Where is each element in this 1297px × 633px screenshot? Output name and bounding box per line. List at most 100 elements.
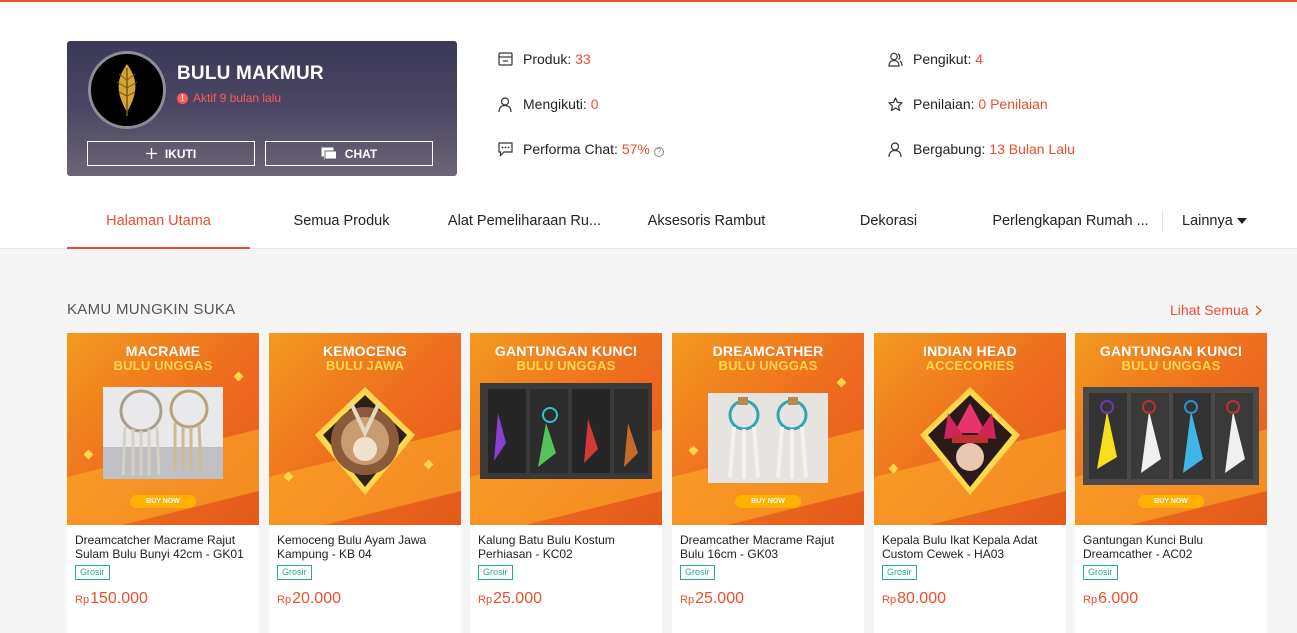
stat-followers: Pengikut: 4: [887, 51, 983, 67]
banner-title: MACRAME: [125, 343, 201, 359]
banner-subtitle: BULU UNGGAS: [718, 358, 818, 373]
currency: Rp: [680, 594, 695, 606]
chat-button[interactable]: CHAT: [265, 141, 433, 166]
section-title: KAMU MUNGKIN SUKA: [67, 301, 236, 318]
banner-subtitle: BULU UNGGAS: [1121, 358, 1221, 373]
product-price: Rp 150.000: [75, 590, 148, 608]
tab-alat-pemeliharaan[interactable]: Alat Pemeliharaan Ru...: [433, 198, 616, 249]
tab-semua-produk[interactable]: Semua Produk: [250, 198, 433, 249]
caret-down-icon: [1236, 218, 1247, 224]
store-icon: [497, 51, 513, 67]
product-card[interactable]: KEMOCENG BULU JAWA Kemoceng Bulu Ayam Ja…: [269, 333, 461, 633]
currency: Rp: [1083, 594, 1098, 606]
product-name: Dreamcather Macrame Rajut Bulu 16cm - GK…: [680, 533, 835, 561]
feather-logo-icon: [116, 64, 138, 116]
currency: Rp: [75, 594, 90, 606]
shop-card: BULU MAKMUR ! Aktif 9 bulan lalu IKUTI C…: [67, 41, 457, 176]
product-image[interactable]: GANTUNGAN KUNCI BULU UNGGAS: [470, 333, 662, 525]
currency: Rp: [478, 594, 493, 606]
stat-chat-label: Performa Chat:: [523, 141, 618, 157]
product-card[interactable]: GANTUNGAN KUNCI BULU UNGGAS BUY NOW Gant…: [1075, 333, 1267, 633]
chat-icon: [321, 147, 337, 160]
wholesale-badge: Grosir: [75, 565, 110, 580]
shop-status-text: Aktif 9 bulan lalu: [193, 91, 282, 105]
wholesale-badge: Grosir: [1083, 565, 1118, 580]
plus-icon: [145, 148, 157, 159]
banner-title: GANTUNGAN KUNCI: [494, 343, 638, 359]
price-value: 25.000: [695, 590, 744, 607]
dreamcatcher-photo-icon: [708, 393, 828, 483]
tab-dekorasi[interactable]: Dekorasi: [797, 198, 980, 249]
see-all-link[interactable]: Lihat Semua: [1170, 302, 1262, 318]
product-image[interactable]: KEMOCENG BULU JAWA: [269, 333, 461, 525]
follow-button-label: IKUTI: [164, 146, 197, 161]
price-value: 6.000: [1098, 590, 1139, 607]
product-card[interactable]: MACRAME BULU UNGGAS BUY NOW Dreamcatcher…: [67, 333, 259, 633]
product-card[interactable]: DREAMCATHER BULU UNGGAS BUY NOW Dreamcat…: [672, 333, 864, 633]
chevron-right-icon: [1255, 304, 1262, 316]
feather-duster-photo-icon: [315, 387, 415, 495]
banner-title: GANTUNGAN KUNCI: [1099, 343, 1243, 359]
wholesale-badge: Grosir: [478, 565, 513, 580]
stat-following: Mengikuti: 0: [497, 96, 599, 112]
currency: Rp: [882, 594, 897, 606]
wholesale-badge: Grosir: [882, 565, 917, 580]
buy-now-badge: BUY NOW: [1138, 495, 1204, 508]
help-icon[interactable]: ?: [653, 147, 664, 157]
banner-subtitle: BULU UNGGAS: [516, 358, 616, 373]
product-card[interactable]: INDIAN HEAD ACCECORIES Kepala Bulu Ikat …: [874, 333, 1066, 633]
tab-more-label: Lainnya: [1182, 213, 1233, 229]
stat-joined: Bergabung: 13 Bulan Lalu: [887, 141, 1075, 157]
product-image[interactable]: GANTUNGAN KUNCI BULU UNGGAS BUY NOW: [1075, 333, 1267, 525]
banner-subtitle: BULU JAWA: [325, 358, 405, 373]
stat-rating-label: Penilaian:: [913, 96, 975, 112]
stat-following-label: Mengikuti:: [523, 96, 587, 112]
product-price: Rp 25.000: [680, 590, 744, 608]
product-name: Kalung Batu Bulu Kostum Perhiasan - KC02: [478, 533, 615, 561]
headdress-photo-icon: [920, 387, 1020, 495]
tab-aksesoris-rambut[interactable]: Aksesoris Rambut: [615, 198, 798, 249]
product-image[interactable]: INDIAN HEAD ACCECORIES: [874, 333, 1066, 525]
stat-products-label: Produk:: [523, 51, 572, 67]
banner-title: KEMOCENG: [322, 343, 408, 359]
product-name: Kemoceng Bulu Ayam Jawa Kampung - KB 04: [277, 533, 427, 561]
product-name: Kepala Bulu Ikat Kepala Adat Custom Cewe…: [882, 533, 1038, 561]
tab-halaman-utama[interactable]: Halaman Utama: [67, 198, 250, 249]
follow-button[interactable]: IKUTI: [87, 141, 255, 166]
stat-joined-value: 13 Bulan Lalu: [989, 141, 1075, 157]
keychain-photo-icon: [480, 383, 652, 479]
see-all-label: Lihat Semua: [1170, 302, 1249, 318]
price-value: 150.000: [90, 590, 148, 607]
price-value: 80.000: [897, 590, 946, 607]
stat-joined-label: Bergabung:: [913, 141, 986, 157]
dreamcatcher-photo-icon: [103, 387, 223, 479]
stat-rating-value: 0 Penilaian: [978, 96, 1048, 112]
product-price: Rp 25.000: [478, 590, 542, 608]
joined-user-icon: [887, 141, 903, 157]
shop-avatar[interactable]: [88, 51, 166, 129]
keychain-photo-icon: [1083, 387, 1259, 485]
stat-chat-performance: Performa Chat: 57%?: [497, 141, 664, 157]
stat-followers-label: Pengikut:: [913, 51, 972, 67]
tab-more[interactable]: Lainnya: [1182, 198, 1247, 244]
product-image[interactable]: MACRAME BULU UNGGAS BUY NOW: [67, 333, 259, 525]
banner-subtitle: ACCECORIES: [925, 358, 1015, 373]
followers-icon: [887, 51, 903, 67]
shop-header: BULU MAKMUR ! Aktif 9 bulan lalu IKUTI C…: [0, 2, 1297, 249]
buy-now-badge: BUY NOW: [735, 495, 801, 508]
product-image[interactable]: DREAMCATHER BULU UNGGAS BUY NOW: [672, 333, 864, 525]
tab-perlengkapan-rumah[interactable]: Perlengkapan Rumah ...: [979, 198, 1162, 249]
buy-now-badge: BUY NOW: [130, 495, 196, 508]
shop-name: BULU MAKMUR: [177, 63, 324, 84]
stat-followers-value: 4: [975, 51, 984, 67]
stat-products: Produk: 33: [497, 51, 591, 67]
shop-tabs: Halaman Utama Semua Produk Alat Pemeliha…: [67, 198, 1253, 249]
shop-status: ! Aktif 9 bulan lalu: [177, 91, 281, 105]
stat-following-value: 0: [590, 96, 599, 112]
banner-subtitle: BULU UNGGAS: [113, 358, 213, 373]
stat-rating: Penilaian: 0 Penilaian: [887, 96, 1048, 112]
tab-divider: [1162, 210, 1163, 232]
wholesale-badge: Grosir: [277, 565, 312, 580]
wholesale-badge: Grosir: [680, 565, 715, 580]
product-card[interactable]: GANTUNGAN KUNCI BULU UNGGAS Kalung Batu …: [470, 333, 662, 633]
